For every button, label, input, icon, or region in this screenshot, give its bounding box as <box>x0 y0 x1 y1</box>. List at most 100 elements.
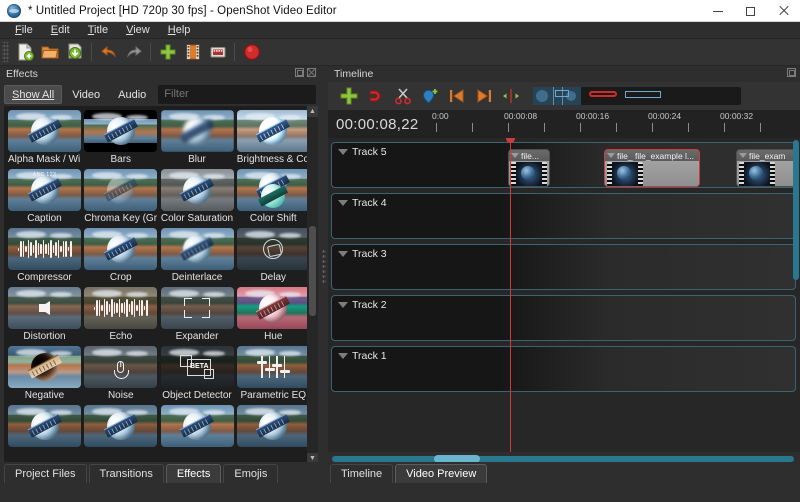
effect-thumbnail[interactable] <box>84 110 158 152</box>
effect-thumbnail[interactable] <box>236 228 310 270</box>
toolbar-drag-handle[interactable] <box>2 42 9 62</box>
tab-timeline[interactable]: Timeline <box>330 464 394 483</box>
track-header[interactable]: Track 2 <box>332 296 452 340</box>
effect-thumbnail[interactable] <box>236 287 310 329</box>
effect-item-partial[interactable] <box>160 405 234 447</box>
effect-item[interactable]: Color Shift <box>236 169 310 226</box>
effect-thumbnail[interactable] <box>84 405 158 447</box>
panel-splitter[interactable] <box>320 66 328 466</box>
tab-effects[interactable]: Effects <box>165 464 222 483</box>
next-marker-icon[interactable] <box>471 84 497 108</box>
effect-item[interactable]: Expander <box>160 287 234 344</box>
effect-thumbnail[interactable] <box>160 169 234 211</box>
effect-thumbnail[interactable] <box>236 405 310 447</box>
effects-scrollbar[interactable]: ▲ ▼ <box>307 106 318 464</box>
effect-thumbnail[interactable] <box>8 405 81 447</box>
effect-item[interactable]: Noise <box>84 346 158 403</box>
effect-item[interactable]: Blur <box>160 110 234 167</box>
effects-filter-input[interactable] <box>158 84 316 104</box>
playhead[interactable] <box>506 138 515 452</box>
chevron-down-icon[interactable] <box>338 302 348 308</box>
open-project-icon[interactable] <box>37 40 62 65</box>
effect-thumbnail[interactable] <box>84 169 158 211</box>
timeline-clip[interactable]: file... <box>508 149 550 187</box>
menu-help[interactable]: Help <box>159 22 200 39</box>
timeline-clip[interactable]: file_exam <box>736 149 795 187</box>
effects-audio-button[interactable]: Audio <box>110 85 154 104</box>
scroll-up-arrow-icon[interactable]: ▲ <box>307 106 318 117</box>
razor-tool-icon[interactable] <box>390 84 416 108</box>
effect-thumbnail[interactable] <box>160 405 234 447</box>
add-track-icon[interactable] <box>336 84 362 108</box>
close-panel-icon[interactable] <box>307 68 316 77</box>
timeline-track[interactable]: Track 3 <box>331 244 796 290</box>
new-project-icon[interactable] <box>12 40 37 65</box>
effect-item[interactable]: Distortion <box>8 287 81 344</box>
choose-profile-icon[interactable] <box>180 40 205 65</box>
effect-thumbnail[interactable] <box>236 346 310 388</box>
maximize-button[interactable] <box>734 0 767 22</box>
timeline-ruler[interactable]: 00:00:08,22 0:00 00:00:08 00:00:16 00:00:24… <box>328 110 800 138</box>
effect-thumbnail[interactable]: BETA <box>160 346 234 388</box>
track-header[interactable]: Track 4 <box>332 194 452 238</box>
effect-thumbnail[interactable] <box>160 287 234 329</box>
effect-item[interactable]: Delay <box>236 228 310 285</box>
effect-item-partial[interactable] <box>8 405 81 447</box>
effect-item-partial[interactable] <box>236 405 310 447</box>
effect-item[interactable]: Compressor <box>8 228 81 285</box>
timeline-track[interactable]: Track 4 <box>331 193 796 239</box>
timeline-track[interactable]: Track 2 <box>331 295 796 341</box>
effect-thumbnail[interactable] <box>84 346 158 388</box>
effect-item[interactable]: Bars <box>84 110 158 167</box>
export-video-icon[interactable] <box>239 40 264 65</box>
effects-video-button[interactable]: Video <box>64 85 108 104</box>
chevron-down-icon[interactable] <box>338 149 348 155</box>
clip-chevron-icon[interactable] <box>511 153 519 158</box>
effect-item[interactable]: Crop <box>84 228 158 285</box>
effect-thumbnail[interactable] <box>8 287 81 329</box>
clip-chevron-icon[interactable] <box>739 153 747 158</box>
effects-scrollbar-thumb[interactable] <box>309 226 316 316</box>
effect-item[interactable]: Deinterlace <box>160 228 234 285</box>
effect-item[interactable]: Chroma Key (Gr... <box>84 169 158 226</box>
add-marker-icon[interactable] <box>417 84 443 108</box>
close-button[interactable] <box>767 0 800 22</box>
effect-thumbnail[interactable] <box>160 228 234 270</box>
save-project-icon[interactable] <box>62 40 87 65</box>
tab-project-files[interactable]: Project Files <box>4 464 87 483</box>
previous-marker-icon[interactable] <box>444 84 470 108</box>
float-panel-icon[interactable] <box>787 68 796 77</box>
chevron-down-icon[interactable] <box>338 200 348 206</box>
fullscreen-icon[interactable] <box>205 40 230 65</box>
tab-emojis[interactable]: Emojis <box>223 464 279 483</box>
center-playhead-icon[interactable] <box>498 84 524 108</box>
timeline-clip[interactable]: file_ file_example l... <box>604 149 700 187</box>
effect-thumbnail[interactable] <box>84 287 158 329</box>
menu-edit[interactable]: Edit <box>42 22 79 39</box>
import-files-icon[interactable] <box>155 40 180 65</box>
effect-item[interactable]: Brightness & Co... <box>236 110 310 167</box>
effect-item[interactable]: Caption <box>8 169 81 226</box>
effect-item[interactable]: Echo <box>84 287 158 344</box>
timeline-track[interactable]: Track 5 file... file_ file_example l... … <box>331 142 796 188</box>
effect-item[interactable]: Negative <box>8 346 81 403</box>
effect-thumbnail[interactable] <box>8 346 81 388</box>
effect-thumbnail[interactable] <box>8 169 81 211</box>
effect-item[interactable]: Alpha Mask / Wi... <box>8 110 81 167</box>
effect-thumbnail[interactable] <box>8 228 81 270</box>
track-header[interactable]: Track 1 <box>332 347 452 391</box>
chevron-down-icon[interactable] <box>338 251 348 257</box>
minimize-button[interactable] <box>701 0 734 22</box>
menu-view[interactable]: View <box>117 22 159 39</box>
effect-thumbnail[interactable] <box>236 110 310 152</box>
effect-item[interactable]: BETA Object Detector <box>160 346 234 403</box>
track-header[interactable]: Track 3 <box>332 245 452 289</box>
effect-thumbnail[interactable] <box>160 110 234 152</box>
clip-chevron-icon[interactable] <box>607 153 615 158</box>
timeline-track[interactable]: Track 1 <box>331 346 796 392</box>
effect-thumbnail[interactable] <box>8 110 81 152</box>
track-header[interactable]: Track 5 <box>332 143 452 187</box>
redo-icon[interactable] <box>121 40 146 65</box>
snapping-magnet-icon[interactable] <box>363 84 389 108</box>
chevron-down-icon[interactable] <box>338 353 348 359</box>
